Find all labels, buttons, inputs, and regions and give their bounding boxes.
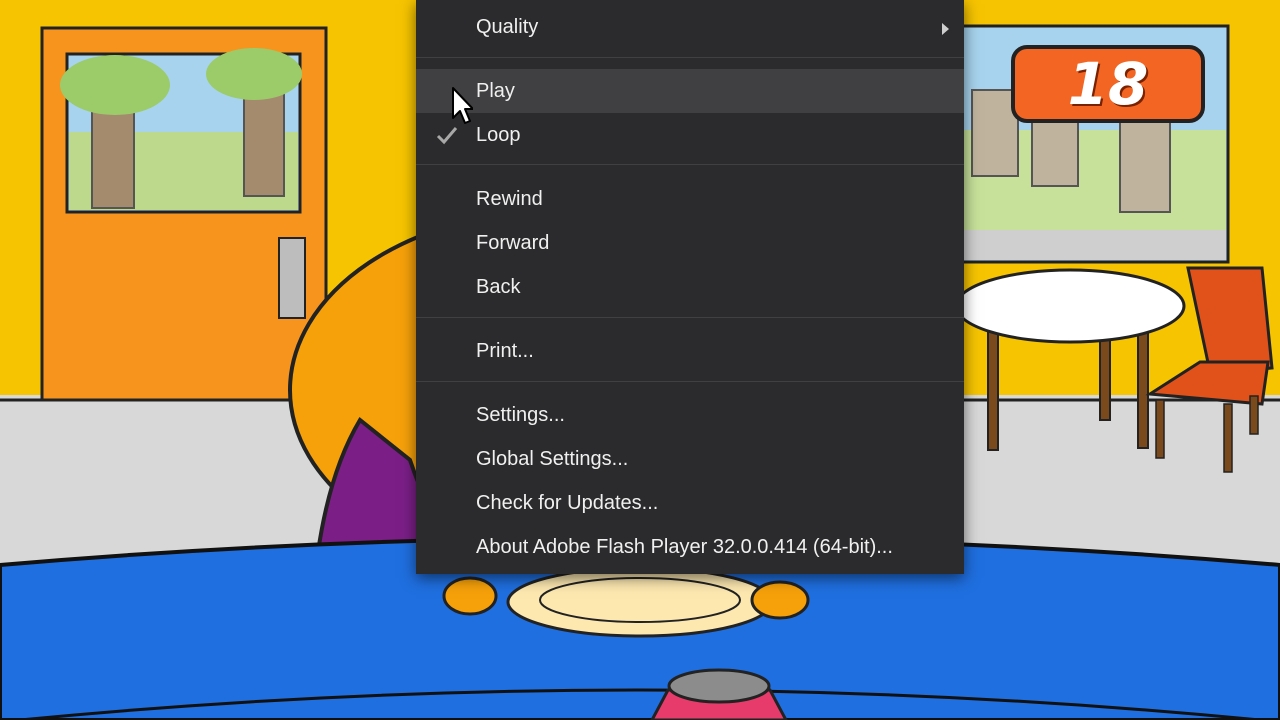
menu-item-label: Forward [476,232,550,254]
menu-item-forward[interactable]: Forward [416,221,964,265]
menu-item-quality[interactable]: Quality [416,5,964,49]
menu-separator [416,381,964,382]
menu-item-settings[interactable]: Settings... [416,393,964,437]
menu-item-global-settings[interactable]: Global Settings... [416,437,964,481]
menu-item-label: Check for Updates... [476,492,659,514]
menu-item-print[interactable]: Print... [416,329,964,373]
score-value: 18 [1067,50,1149,118]
menu-item-check-updates[interactable]: Check for Updates... [416,481,964,525]
menu-item-label: Rewind [476,188,543,210]
menu-item-label: Back [476,276,521,298]
menu-item-back[interactable]: Back [416,265,964,309]
door [40,26,328,402]
menu-separator [416,317,964,318]
submenu-arrow-icon [942,23,949,35]
menu-item-loop[interactable]: Loop [416,113,964,157]
menu-separator [416,57,964,58]
menu-item-label: About Adobe Flash Player 32.0.0.414 (64-… [476,536,893,558]
mouse-cursor-icon [452,87,473,124]
menu-item-rewind[interactable]: Rewind [416,177,964,221]
menu-item-label: Play [476,80,515,102]
menu-item-label: Print... [476,340,534,362]
context-menu: Quality Play Loop Rewind Forward Back Pr… [416,0,964,574]
plate [506,566,774,638]
menu-item-label: Global Settings... [476,448,629,470]
menu-item-play[interactable]: Play [416,69,964,113]
menu-item-about[interactable]: About Adobe Flash Player 32.0.0.414 (64-… [416,525,964,569]
menu-item-label: Settings... [476,404,565,426]
menu-separator [416,164,964,165]
menu-item-label: Loop [476,124,521,146]
menu-item-label: Quality [476,16,539,38]
